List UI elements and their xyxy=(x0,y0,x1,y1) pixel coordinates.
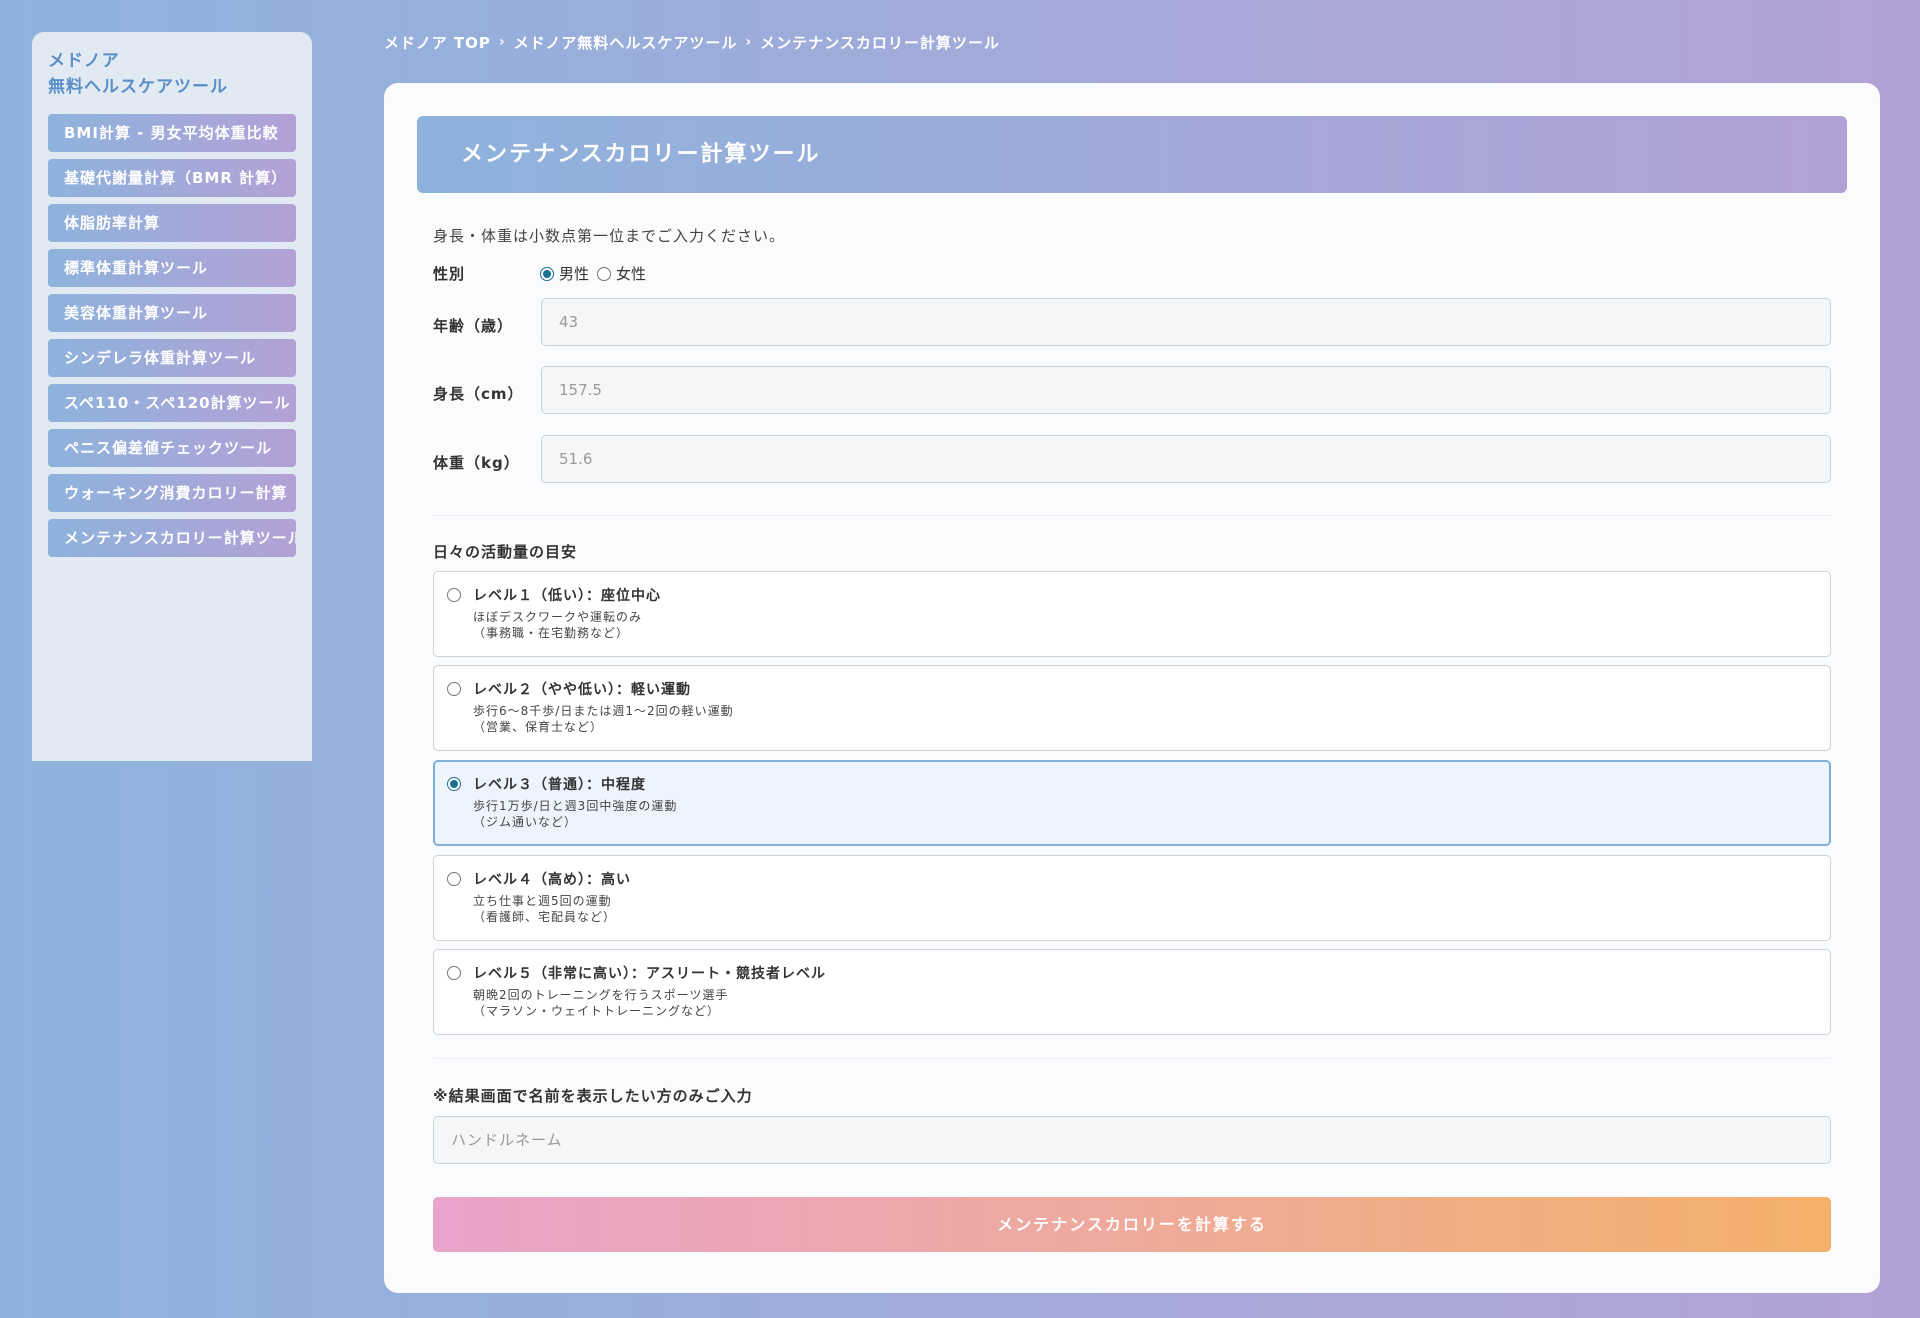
level-description-line: （事務職・在宅勤務など） xyxy=(473,626,630,640)
height-label: 身長（cm） xyxy=(433,385,524,403)
level-title: レベル２（やや低い）：軽い運動 xyxy=(473,682,691,698)
sidebar-item-deviation-check[interactable]: ペニス偏差値チェックツール xyxy=(48,429,296,467)
calculate-button[interactable]: メンテナンスカロリーを計算する xyxy=(433,1197,1831,1252)
level-title: レベル４（高め）：高い xyxy=(473,872,631,888)
name-note: ※結果画面で名前を表示したい方のみご入力 xyxy=(433,1087,753,1105)
sidebar-item-beauty-weight[interactable]: 美容体重計算ツール xyxy=(48,294,296,332)
level-description: 朝晩2回のトレーニングを行うスポーツ選手 （マラソン・ウェイトトレーニングなど） xyxy=(473,987,728,1019)
age-input[interactable]: 43 xyxy=(541,298,1831,346)
activity-level-5[interactable]: レベル５（非常に高い）：アスリート・競技者レベル 朝晩2回のトレーニングを行うス… xyxy=(433,949,1831,1035)
level-title: レベル５（非常に高い）：アスリート・競技者レベル xyxy=(473,966,826,982)
sidebar-item-body-fat[interactable]: 体脂肪率計算 xyxy=(48,204,296,242)
level-description: 立ち仕事と週5回の運動 （看護師、宅配員など） xyxy=(473,893,616,925)
breadcrumb-item-top[interactable]: メドノア TOP xyxy=(384,32,491,53)
level-description: 歩行1万歩/日と週3回中強度の運動 （ジム通いなど） xyxy=(473,798,677,830)
activity-level-3[interactable]: レベル３（普通）：中程度 歩行1万歩/日と週3回中強度の運動 （ジム通いなど） xyxy=(433,760,1831,846)
level-description-line: 歩行6～8千歩/日または週1～2回の軽い運動 xyxy=(473,704,734,718)
level-description: ほぼデスクワークや運転のみ （事務職・在宅勤務など） xyxy=(473,609,642,641)
sidebar-item-maintenance-calories[interactable]: メンテナンスカロリー計算ツール xyxy=(48,519,296,557)
activity-level-1[interactable]: レベル１（低い）：座位中心 ほぼデスクワークや運転のみ （事務職・在宅勤務など） xyxy=(433,571,1831,657)
age-label: 年齢（歳） xyxy=(433,317,514,335)
handle-name-input[interactable]: ハンドルネーム xyxy=(433,1116,1831,1164)
weight-input[interactable]: 51.6 xyxy=(541,435,1831,483)
level-description-line: （看護師、宅配員など） xyxy=(473,910,617,924)
sidebar-title[interactable]: メドノア 無料ヘルスケアツール xyxy=(48,48,296,100)
gender-label: 性別 xyxy=(433,265,466,283)
height-input[interactable]: 157.5 xyxy=(541,366,1831,414)
breadcrumb-separator: › xyxy=(498,34,506,50)
main-card: メンテナンスカロリー計算ツール 身長・体重は小数点第一位までご入力ください。 性… xyxy=(384,83,1880,1293)
page-title: メンテナンスカロリー計算ツール xyxy=(417,116,1847,193)
level-description-line: （マラソン・ウェイトトレーニングなど） xyxy=(473,1004,721,1018)
level-title: レベル１（低い）：座位中心 xyxy=(473,588,661,604)
sidebar-item-cinderella-weight[interactable]: シンデレラ体重計算ツール xyxy=(48,339,296,377)
weight-label: 体重（kg） xyxy=(433,454,520,472)
level-description-line: ほぼデスクワークや運転のみ xyxy=(473,610,643,624)
level-description-line: 歩行1万歩/日と週3回中強度の運動 xyxy=(473,799,678,813)
sidebar-item-spec[interactable]: スペ110・スペ120計算ツール xyxy=(48,384,296,422)
sidebar-item-bmr[interactable]: 基礎代謝量計算（BMR 計算） xyxy=(48,159,296,197)
radio-level-5[interactable] xyxy=(447,966,461,980)
activity-title: 日々の活動量の目安 xyxy=(433,543,578,561)
sidebar: メドノア 無料ヘルスケアツール BMI計算 - 男女平均体重比較 基礎代謝量計算… xyxy=(32,32,312,761)
breadcrumb: メドノア TOP › メドノア無料ヘルスケアツール › メンテナンスカロリー計算… xyxy=(384,30,1000,54)
gender-option-male-label: 男性 xyxy=(559,265,590,283)
level-description-line: 立ち仕事と週5回の運動 xyxy=(473,894,612,908)
radio-level-1[interactable] xyxy=(447,588,461,602)
radio-level-2[interactable] xyxy=(447,682,461,696)
radio-male[interactable] xyxy=(540,266,554,281)
radio-female[interactable] xyxy=(597,266,612,281)
level-description-line: （ジム通いなど） xyxy=(473,815,578,829)
sidebar-item-walking-calories[interactable]: ウォーキング消費カロリー計算 xyxy=(48,474,296,512)
radio-level-4[interactable] xyxy=(447,872,461,886)
breadcrumb-item-current: メンテナンスカロリー計算ツール xyxy=(760,33,1000,52)
radio-level-3[interactable] xyxy=(447,777,461,791)
level-description: 歩行6～8千歩/日または週1～2回の軽い運動 （営業、保育士など） xyxy=(473,703,734,735)
sidebar-item-bmi[interactable]: BMI計算 - 男女平均体重比較 xyxy=(48,114,296,152)
divider xyxy=(433,1058,1831,1059)
activity-level-2[interactable]: レベル２（やや低い）：軽い運動 歩行6～8千歩/日または週1～2回の軽い運動 （… xyxy=(433,665,1831,751)
level-title: レベル３（普通）：中程度 xyxy=(473,777,646,793)
sidebar-item-standard-weight[interactable]: 標準体重計算ツール xyxy=(48,249,296,287)
level-description-line: （営業、保育士など） xyxy=(473,720,604,734)
breadcrumb-item-tools[interactable]: メドノア無料ヘルスケアツール xyxy=(514,32,738,53)
activity-level-4[interactable]: レベル４（高め）：高い 立ち仕事と週5回の運動 （看護師、宅配員など） xyxy=(433,855,1831,941)
gender-option-male[interactable]: 男性 xyxy=(540,263,589,284)
gender-option-female-label: 女性 xyxy=(616,265,647,283)
gender-radio-group: 男性 女性 xyxy=(540,263,650,284)
level-description-line: 朝晩2回のトレーニングを行うスポーツ選手 xyxy=(473,988,729,1002)
breadcrumb-separator: › xyxy=(745,34,753,50)
input-note: 身長・体重は小数点第一位までご入力ください。 xyxy=(433,227,786,245)
sidebar-title-line2[interactable]: 無料ヘルスケアツール xyxy=(48,74,296,100)
gender-option-female[interactable]: 女性 xyxy=(597,263,646,284)
sidebar-title-line1[interactable]: メドノア xyxy=(48,48,296,74)
divider xyxy=(433,515,1831,516)
